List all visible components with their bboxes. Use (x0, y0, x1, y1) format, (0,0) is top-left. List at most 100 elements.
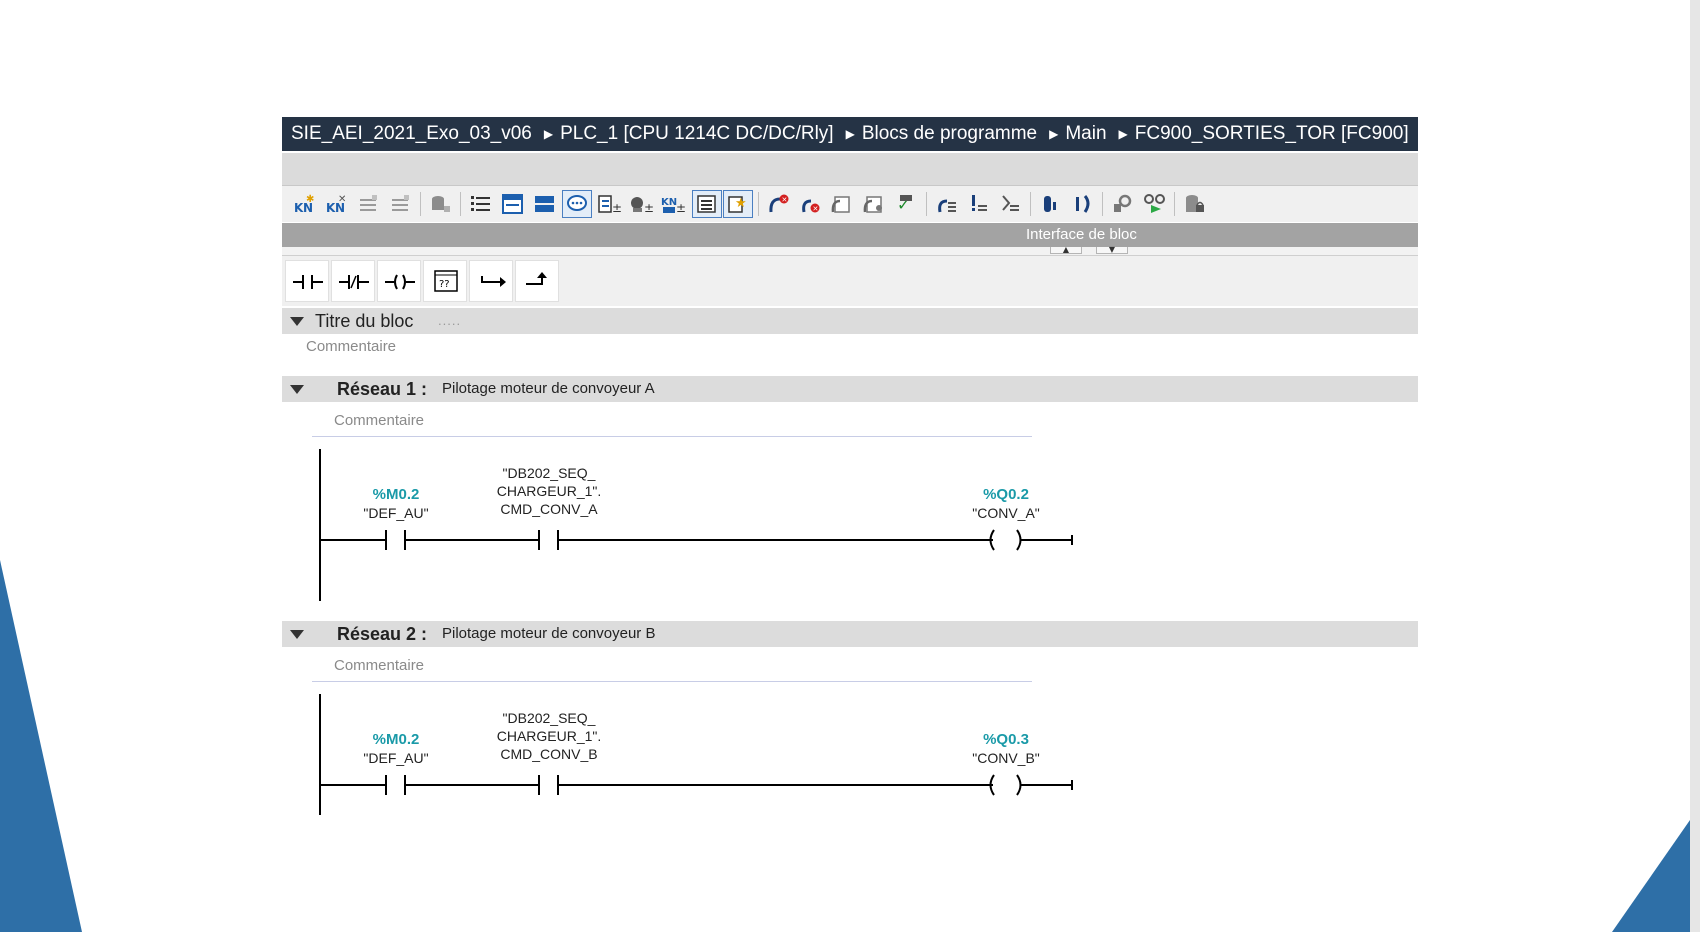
protection-icon[interactable] (1180, 190, 1210, 218)
monitor-icon[interactable] (860, 190, 890, 218)
block-interface-label: Interface de bloc (1026, 226, 1137, 243)
contact-1-address[interactable]: %M0.2 (336, 731, 456, 748)
search-icon[interactable] (1108, 190, 1138, 218)
block-comment[interactable]: Commentaire (306, 335, 1418, 358)
network-1-comment-text: Commentaire (334, 412, 425, 429)
triangle-right-icon: ▶ (543, 127, 554, 141)
contact-2-symbol-line1[interactable]: "DB202_SEQ_ (469, 465, 629, 481)
open-branch-icon[interactable] (469, 260, 513, 302)
svg-text:✕: ✕ (338, 194, 346, 205)
block-title: Titre du bloc (315, 311, 414, 331)
jump-down-icon[interactable] (964, 190, 994, 218)
contact-1-symbol[interactable]: "DEF_AU" (336, 750, 456, 766)
insert-network-icon[interactable]: K N ✱ (290, 190, 320, 218)
coil-symbol[interactable]: "CONV_A" (946, 505, 1066, 521)
collapse-triangle-icon[interactable] (290, 385, 304, 394)
contact-1-address[interactable]: %M0.2 (336, 486, 456, 503)
block-title-placeholder[interactable]: ..... (438, 308, 461, 334)
network-2-title[interactable]: Pilotage moteur de convoyeur B (442, 621, 655, 647)
block-interface-bar[interactable]: Interface de bloc (282, 223, 1418, 247)
network-2-header[interactable]: Réseau 2 : Pilotage moteur de convoyeur … (282, 621, 1418, 647)
coil-right-arc (1016, 774, 1022, 796)
close-branch-icon[interactable] (515, 260, 559, 302)
svg-text:??: ?? (439, 279, 450, 290)
collapse-triangle-icon[interactable] (290, 630, 304, 639)
error-prev-icon[interactable]: ✕ (796, 190, 826, 218)
svg-text:✕: ✕ (813, 205, 819, 213)
add-row-icon[interactable] (386, 190, 416, 218)
expand-networks-icon[interactable]: ± (594, 190, 624, 218)
toolbar-separator (1174, 192, 1175, 216)
coil-right-arc (1016, 529, 1022, 551)
svg-text:✕: ✕ (782, 196, 788, 204)
error-next-icon[interactable] (828, 190, 858, 218)
splitter[interactable]: ▲ ▼ (282, 246, 1418, 256)
watch-icon[interactable] (1036, 190, 1066, 218)
svg-text:★: ★ (735, 196, 747, 211)
contact-2-symbol-line1[interactable]: "DB202_SEQ_ (469, 710, 629, 726)
ladder-instructions-toolbar: ?? (282, 256, 1418, 306)
networks-icon[interactable] (530, 190, 560, 218)
tia-editor-window: SIE_AEI_2021_Exo_03_v06 ▶ PLC_1 [CPU 1214C… (282, 117, 1418, 815)
display-list-icon[interactable] (692, 190, 722, 218)
call-structure-icon[interactable]: ± (626, 190, 656, 218)
coil-address[interactable]: %Q0.3 (946, 731, 1066, 748)
contact-1-symbol[interactable]: "DEF_AU" (336, 505, 456, 521)
network-2-comment-text: Commentaire (334, 657, 425, 674)
network-1-title[interactable]: Pilotage moteur de convoyeur A (442, 376, 655, 402)
collapse-triangle-icon[interactable] (290, 317, 304, 326)
block-title-row[interactable]: Titre du bloc ..... (282, 308, 1418, 334)
toolbar-separator (420, 192, 421, 216)
coil-address[interactable]: %Q0.2 (946, 486, 1066, 503)
svg-text:±: ± (612, 201, 621, 215)
breadcrumb-project[interactable]: SIE_AEI_2021_Exo_03_v06 (291, 117, 532, 151)
triangle-right-icon: ▶ (845, 127, 855, 141)
db-icon[interactable] (426, 190, 456, 218)
insert-row-icon[interactable] (354, 190, 384, 218)
empty-box-icon[interactable]: ?? (423, 260, 467, 302)
splitter-down-icon[interactable]: ▼ (1096, 246, 1128, 254)
collapse-networks-icon[interactable]: KN ± (658, 190, 688, 218)
editor-toolbar: K N ✱ K N ✕ ± ± KN ± ★ ✕ ✕ ✓ (282, 186, 1418, 222)
breadcrumb-plc[interactable]: PLC_1 [CPU 1214C DC/DC/Rly] (560, 117, 833, 151)
contact-2-symbol-line3[interactable]: CMD_CONV_B (469, 746, 629, 762)
triangle-right-icon: ▶ (1118, 127, 1128, 141)
contact-2-symbol-line2[interactable]: CHARGEUR_1". (469, 728, 629, 744)
network-1-comment[interactable]: Commentaire (312, 407, 1032, 437)
check-block-icon[interactable]: ✓ (892, 190, 922, 218)
jump-prev-icon[interactable] (932, 190, 962, 218)
breadcrumb: SIE_AEI_2021_Exo_03_v06 ▶ PLC_1 [CPU 1214C… (282, 117, 1418, 151)
left-blue-triangle (0, 560, 82, 932)
splitter-up-icon[interactable]: ▲ (1050, 246, 1082, 254)
favorites-star-icon[interactable]: ★ (723, 190, 753, 218)
network-1-ladder: %M0.2 "DEF_AU" "DB202_SEQ_ CHARGEUR_1". … (282, 449, 1418, 605)
right-blue-triangle (1612, 820, 1690, 932)
breadcrumb-main[interactable]: Main (1065, 117, 1106, 151)
delete-network-icon[interactable]: K N ✕ (322, 190, 352, 218)
triangle-right-icon: ▶ (1049, 127, 1059, 141)
network-2-label: Réseau 2 : (337, 624, 428, 644)
no-contact-icon[interactable] (285, 260, 329, 302)
force-icon[interactable] (1068, 190, 1098, 218)
coil-symbol[interactable]: "CONV_B" (946, 750, 1066, 766)
network-1-label: Réseau 1 : (337, 379, 428, 399)
comments-icon[interactable] (562, 190, 592, 218)
nc-contact-icon[interactable] (331, 260, 375, 302)
network-2-ladder: %M0.2 "DEF_AU" "DB202_SEQ_ CHARGEUR_1". … (282, 694, 1418, 815)
favorites-icon[interactable] (498, 190, 528, 218)
editor-title-bar (282, 153, 1418, 186)
absolute-operands-icon[interactable] (466, 190, 496, 218)
breadcrumb-block[interactable]: FC900_SORTIES_TOR [FC900] (1135, 117, 1409, 151)
contact-2-symbol-line3[interactable]: CMD_CONV_A (469, 501, 629, 517)
network-1-rungs (319, 449, 1073, 601)
svg-text:±: ± (676, 201, 685, 215)
network-2-comment[interactable]: Commentaire (312, 652, 1032, 682)
contact-2-symbol-line2[interactable]: CHARGEUR_1". (469, 483, 629, 499)
breadcrumb-program-blocks[interactable]: Blocs de programme (862, 117, 1037, 151)
toolbar-separator (1102, 192, 1103, 216)
jump-next-icon[interactable] (996, 190, 1026, 218)
network-1-header[interactable]: Réseau 1 : Pilotage moteur de convoyeur … (282, 376, 1418, 402)
go-to-error-icon[interactable]: ✕ (764, 190, 794, 218)
coil-icon[interactable] (377, 260, 421, 302)
monitor-modify-icon[interactable] (1140, 190, 1170, 218)
